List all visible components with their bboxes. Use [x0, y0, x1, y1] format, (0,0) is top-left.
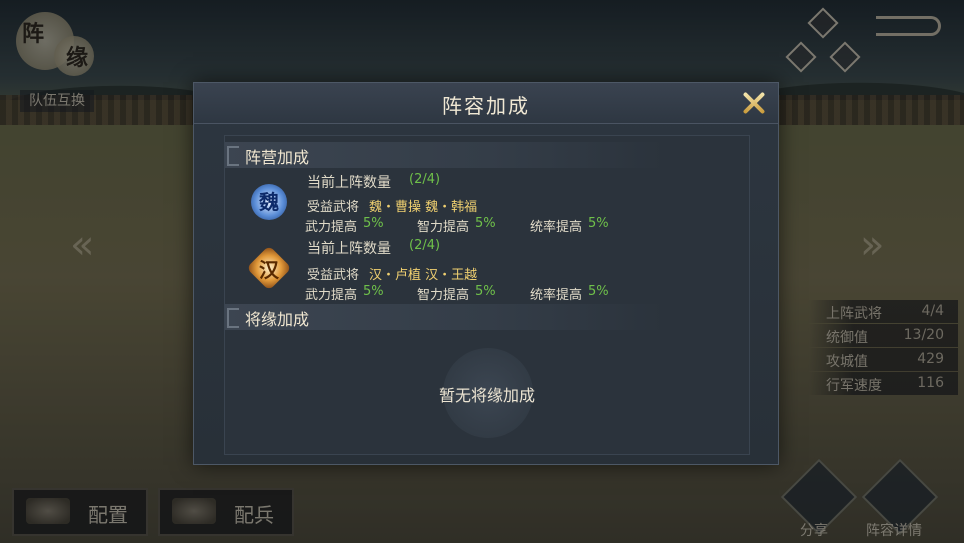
bonus-value: 5% — [588, 284, 609, 299]
lineup-bonus-modal: 阵容加成 阵营加成 魏 当前上阵数量 (2/4) 受益武将 魏・曹操 魏・韩福 … — [193, 82, 779, 465]
fate-bonus-header: 将缘加成 — [225, 304, 665, 330]
bonus-label: 武力提高 — [305, 288, 358, 303]
section-mark — [227, 308, 239, 328]
bonus-label: 统率提高 — [530, 220, 583, 235]
camp-bonus-header: 阵营加成 — [225, 142, 665, 168]
section-mark — [227, 146, 239, 166]
wei-faction-char: 魏 — [259, 190, 279, 214]
camp-bonus-title: 阵营加成 — [245, 148, 310, 167]
empty-state-text: 暂无将缘加成 — [438, 386, 535, 405]
faction-bonus-wei: 魏 当前上阵数量 (2/4) 受益武将 魏・曹操 魏・韩福 武力提高 5% 智力… — [225, 172, 745, 236]
benefit-generals: 魏・曹操 魏・韩福 — [369, 200, 478, 215]
han-faction-char: 汉 — [259, 258, 279, 282]
bonus-label: 统率提高 — [530, 288, 583, 303]
count-value: (2/4) — [409, 172, 441, 187]
modal-body: 阵营加成 魏 当前上阵数量 (2/4) 受益武将 魏・曹操 魏・韩福 武力提高 … — [224, 135, 750, 455]
bonus-value: 5% — [475, 216, 496, 231]
bonus-label: 智力提高 — [417, 288, 470, 303]
benefit-label: 受益武将 — [307, 268, 360, 283]
benefit-generals: 汉・卢植 汉・王越 — [369, 268, 478, 283]
bonus-label: 武力提高 — [305, 220, 358, 235]
bonus-value: 5% — [588, 216, 609, 231]
modal-title: 阵容加成 — [442, 94, 530, 118]
benefit-label: 受益武将 — [307, 200, 360, 215]
count-label: 当前上阵数量 — [307, 241, 391, 257]
count-label: 当前上阵数量 — [307, 175, 391, 191]
bonus-value: 5% — [363, 216, 384, 231]
fate-bonus-title: 将缘加成 — [245, 310, 310, 329]
bonus-label: 智力提高 — [417, 220, 470, 235]
bonus-value: 5% — [475, 284, 496, 299]
close-icon[interactable] — [740, 89, 768, 117]
faction-bonus-han: 汉 当前上阵数量 (2/4) 受益武将 汉・卢植 汉・王越 武力提高 5% 智力… — [225, 238, 745, 303]
modal-header: 阵容加成 — [194, 83, 778, 124]
count-value: (2/4) — [409, 238, 441, 253]
bonus-value: 5% — [363, 284, 384, 299]
